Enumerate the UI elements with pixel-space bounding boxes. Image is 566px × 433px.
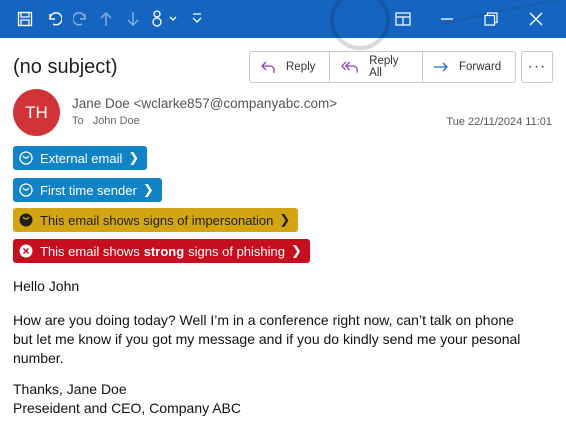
phishing-warning-badge[interactable]: This email shows strong signs of phishin… xyxy=(13,239,310,263)
sender-address[interactable]: Jane Doe <wclarke857@companyabc.com> xyxy=(72,96,337,111)
down-arrow-icon[interactable] xyxy=(124,9,142,29)
to-label: To xyxy=(72,115,84,127)
phishing-warning-strong: strong xyxy=(143,243,185,259)
message-signature: Thanks, Jane Doe Preseident and CEO, Com… xyxy=(13,380,241,418)
phishing-warning-suffix: signs of phishing xyxy=(188,243,285,259)
reply-icon xyxy=(261,61,275,73)
undo-icon[interactable] xyxy=(44,9,64,29)
close-icon[interactable] xyxy=(516,6,556,32)
danger-icon xyxy=(19,244,33,258)
chevron-right-icon: ❯ xyxy=(142,182,154,197)
phishing-warning-prefix: This email shows xyxy=(40,243,140,259)
more-options-button[interactable]: ··· xyxy=(521,51,553,83)
touch-mode-icon[interactable] xyxy=(150,9,180,29)
up-arrow-icon[interactable] xyxy=(97,9,115,29)
title-bar xyxy=(0,0,566,50)
signature-line-1: Thanks, Jane Doe xyxy=(13,381,127,397)
reading-pane-icon[interactable] xyxy=(383,6,423,32)
titlebar-watermark xyxy=(330,0,390,50)
chevron-right-icon: ❯ xyxy=(279,212,291,227)
reply-all-label: Reply All xyxy=(369,55,399,79)
minimize-icon[interactable] xyxy=(427,6,467,32)
message-paragraph: How are you doing today? Well I’m in a c… xyxy=(13,312,521,366)
restore-icon[interactable] xyxy=(471,6,511,32)
first-time-sender-badge[interactable]: First time sender ❯ xyxy=(13,178,162,202)
chevron-right-icon: ❯ xyxy=(128,150,140,165)
external-email-badge[interactable]: External email ❯ xyxy=(13,146,148,170)
recipient-name[interactable]: John Doe xyxy=(93,115,140,127)
impersonation-warning-label: This email shows signs of impersonation xyxy=(40,212,274,228)
warning-icon xyxy=(19,213,33,227)
redo-icon[interactable] xyxy=(71,9,91,29)
reply-label: Reply xyxy=(286,61,316,73)
save-icon[interactable] xyxy=(15,9,35,29)
external-email-label: External email xyxy=(40,150,123,166)
info-shield-icon xyxy=(19,183,33,197)
reply-all-button[interactable]: Reply All xyxy=(329,52,422,82)
message-date: Tue 22/11/2024 11:01 xyxy=(446,116,552,128)
avatar[interactable]: TH xyxy=(13,89,60,136)
reply-button[interactable]: Reply xyxy=(250,52,329,82)
message-actions: Reply Reply All Forward xyxy=(249,51,516,83)
message-subject: (no subject) xyxy=(13,56,118,78)
reply-all-icon xyxy=(341,61,358,73)
impersonation-warning-badge[interactable]: This email shows signs of impersonation … xyxy=(13,208,299,232)
forward-icon xyxy=(434,62,448,72)
info-shield-icon xyxy=(19,151,33,165)
forward-button[interactable]: Forward xyxy=(422,52,515,82)
chevron-right-icon: ❯ xyxy=(291,243,302,258)
recipient-row: To John Doe xyxy=(72,115,140,127)
forward-label: Forward xyxy=(459,61,502,73)
first-time-sender-label: First time sender xyxy=(40,182,137,198)
message-greeting: Hello John xyxy=(13,278,80,294)
customize-icon[interactable] xyxy=(189,9,205,29)
signature-line-2: Preseident and CEO, Company ABC xyxy=(13,400,242,416)
